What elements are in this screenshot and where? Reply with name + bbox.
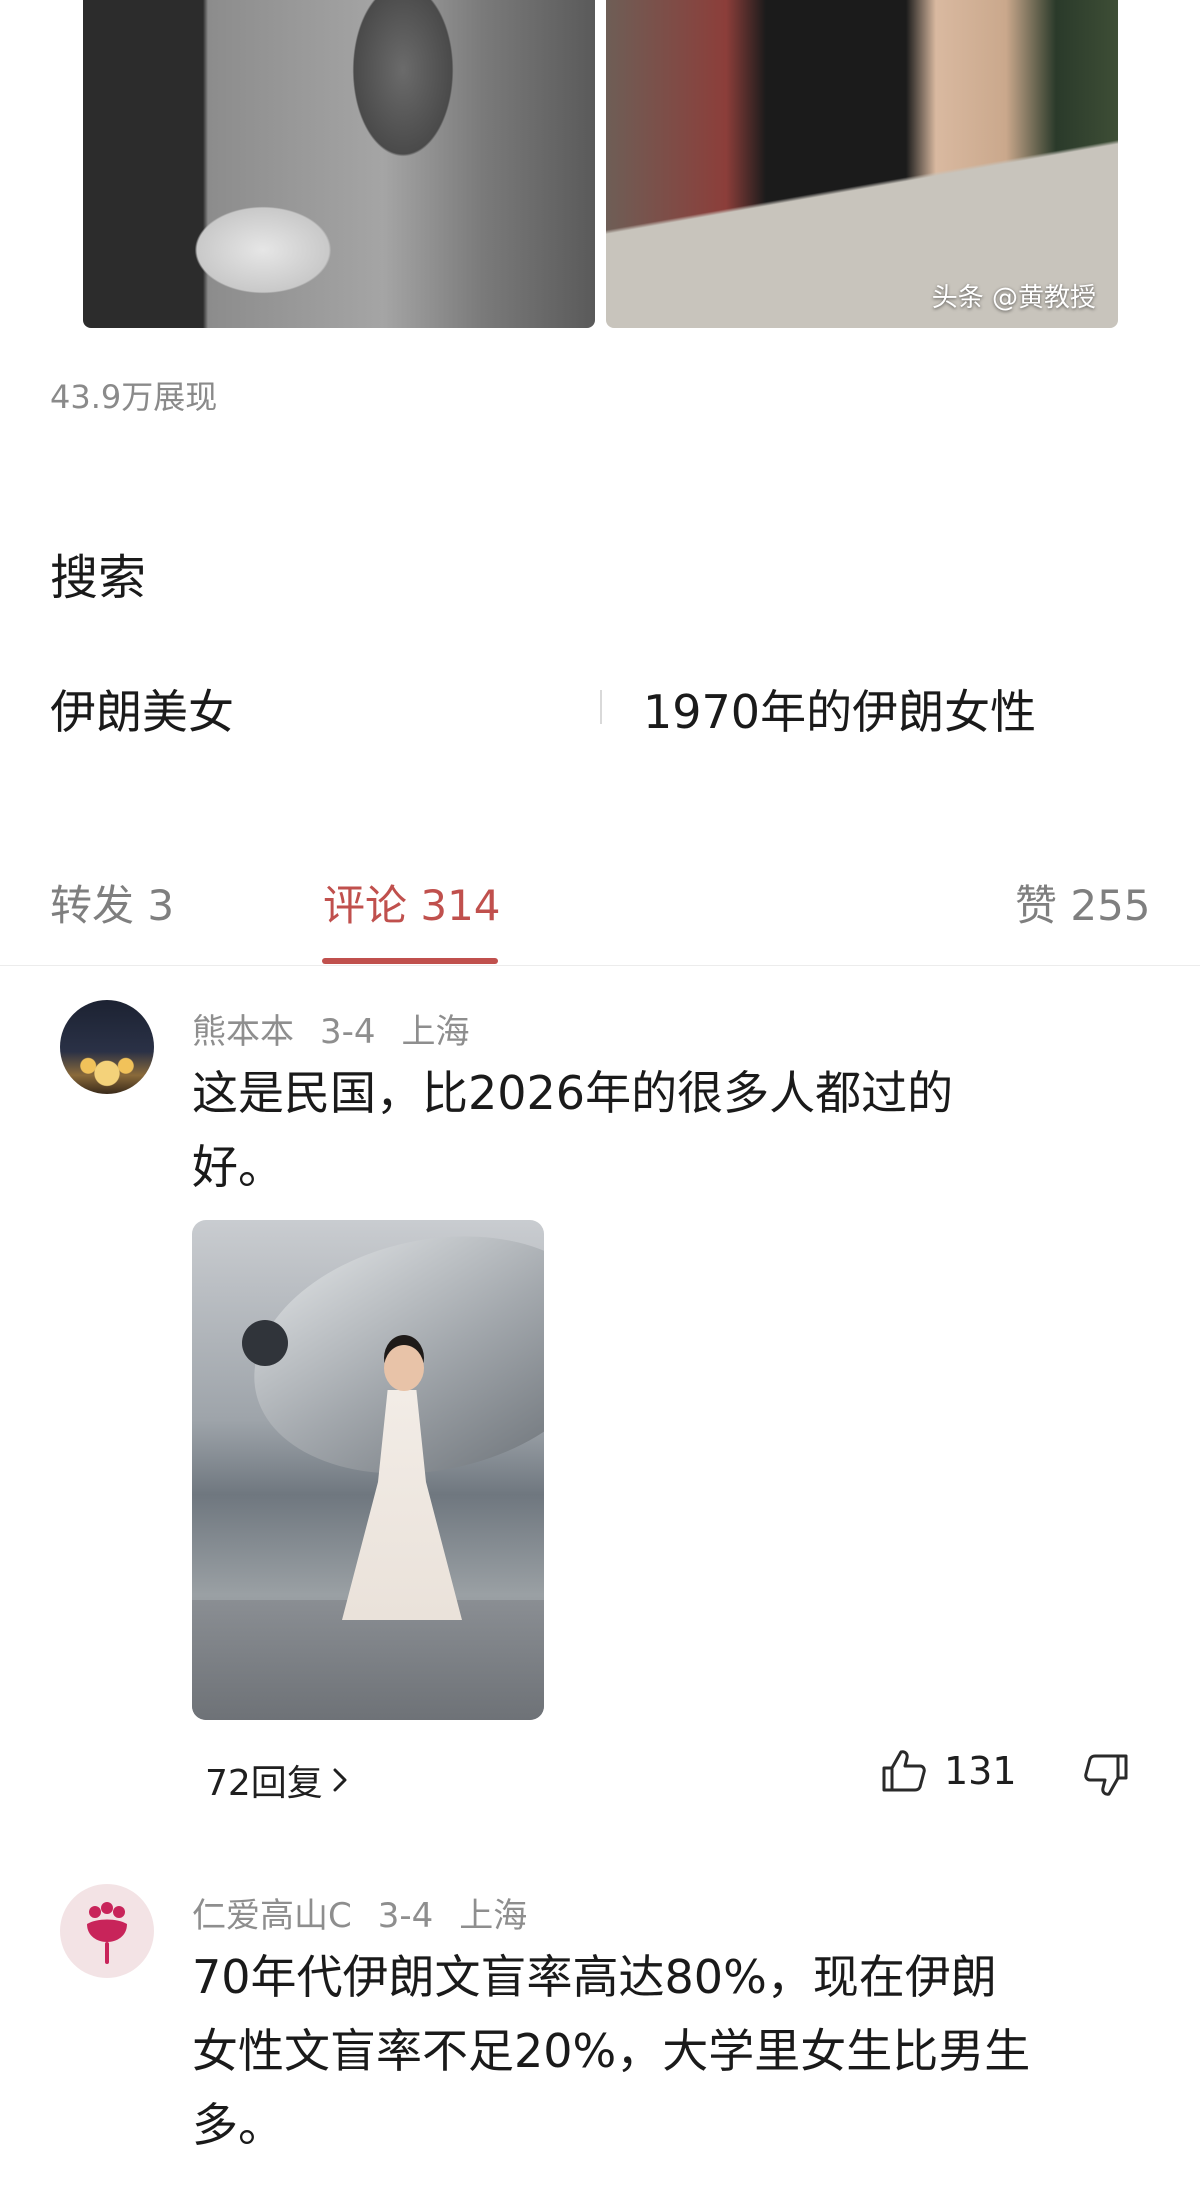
- comment-author[interactable]: 仁爱高山C: [192, 1896, 352, 1936]
- avatar[interactable]: [60, 1000, 154, 1094]
- comment-line: 女性文盲率不足20%，大学里女生比男生: [192, 2024, 1031, 2078]
- watermark: 头条 @黄教授: [931, 283, 1096, 313]
- comment-author[interactable]: 熊本本: [192, 1012, 294, 1052]
- comment-image[interactable]: [192, 1220, 544, 1720]
- like-button[interactable]: 131: [880, 1748, 1017, 1794]
- search-divider: [600, 690, 602, 724]
- tab-reposts[interactable]: 转发 3: [50, 872, 174, 933]
- woman-head: [384, 1345, 424, 1391]
- dislike-button[interactable]: [1082, 1752, 1130, 1802]
- post-image-2[interactable]: 头条 @黄教授: [606, 0, 1118, 328]
- comment-meta: 熊本本 3-4 上海: [192, 1004, 496, 1053]
- comment-date: 3-4: [377, 1896, 434, 1936]
- comment-body: 70年代伊朗文盲率高达80%，现在伊朗 女性文盲率不足20%，大学里女生比男生 …: [192, 1940, 1152, 2162]
- view-count: 43.9万展现: [50, 378, 218, 416]
- active-tab-indicator: [322, 958, 498, 964]
- propeller: [242, 1320, 288, 1366]
- comment-line: 好。: [192, 1140, 284, 1194]
- comment-meta: 仁爱高山C 3-4 上海: [192, 1888, 553, 1937]
- thumbs-down-icon: [1084, 1754, 1128, 1796]
- view-replies-button[interactable]: 72回复: [205, 1752, 349, 1808]
- search-section-title: 搜索: [50, 550, 147, 606]
- comment-line: 这是民国，比2026年的很多人都过的: [192, 1066, 954, 1120]
- search-suggestion-1[interactable]: 伊朗美女: [50, 676, 234, 742]
- comment-line: 多。: [192, 2098, 284, 2152]
- comment-location: 上海: [459, 1896, 528, 1936]
- rose-flower-icon: [87, 1902, 127, 1964]
- search-suggestion-2[interactable]: 1970年的伊朗女性: [643, 676, 1036, 742]
- tab-divider: [0, 965, 1200, 966]
- thumbs-up-icon: [882, 1750, 926, 1792]
- chevron-right-icon: [333, 1768, 347, 1792]
- comment-body: 这是民国，比2026年的很多人都过的 好。: [192, 1056, 1152, 1204]
- comment-location: 上海: [401, 1012, 470, 1052]
- comment-line: 70年代伊朗文盲率高达80%，现在伊朗: [192, 1950, 997, 2004]
- reply-count: 72回复: [205, 1763, 323, 1804]
- post-image-1[interactable]: [83, 0, 595, 328]
- avatar[interactable]: [60, 1884, 154, 1978]
- like-count: 131: [944, 1749, 1017, 1793]
- comment-date: 3-4: [320, 1012, 376, 1052]
- tab-comments[interactable]: 评论 314: [323, 872, 501, 933]
- tab-likes[interactable]: 赞 255: [1015, 872, 1151, 933]
